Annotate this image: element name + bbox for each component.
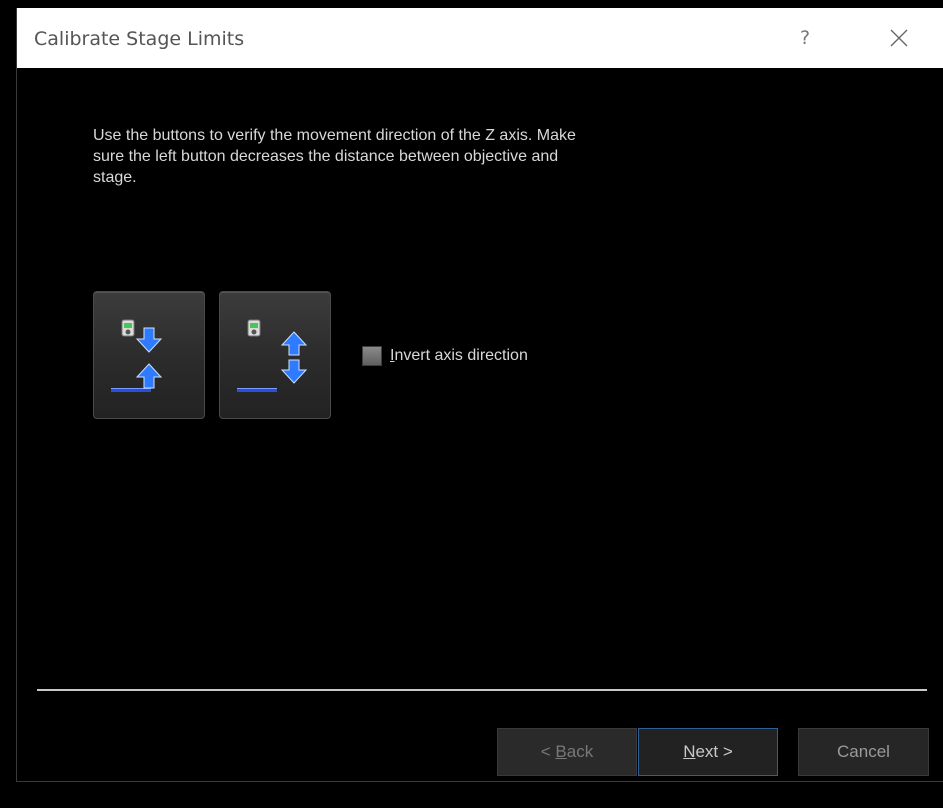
footer-separator: [37, 689, 927, 691]
back-button[interactable]: < Back: [497, 728, 637, 776]
dialog-title: Calibrate Stage Limits: [34, 28, 245, 50]
z-move-closer-button[interactable]: [93, 291, 205, 419]
help-button[interactable]: ?: [775, 8, 835, 68]
title-bar: Calibrate Stage Limits ?: [17, 8, 943, 68]
invert-axis-checkbox[interactable]: [362, 346, 382, 366]
invert-axis-label[interactable]: Invert axis direction: [390, 347, 528, 365]
close-icon: [890, 29, 908, 47]
z-increase-distance-icon: [237, 319, 308, 392]
close-button[interactable]: [869, 8, 929, 68]
z-decrease-distance-icon: [111, 319, 163, 392]
calibrate-stage-limits-dialog: Calibrate Stage Limits ? Use the buttons…: [16, 8, 943, 782]
cancel-button[interactable]: Cancel: [798, 728, 929, 776]
instruction-text: Use the buttons to verify the movement d…: [93, 127, 576, 186]
z-move-apart-button[interactable]: [219, 291, 331, 419]
next-button[interactable]: Next >: [638, 728, 778, 776]
invert-axis-option[interactable]: Invert axis direction: [362, 346, 528, 366]
help-icon: ?: [799, 27, 811, 49]
